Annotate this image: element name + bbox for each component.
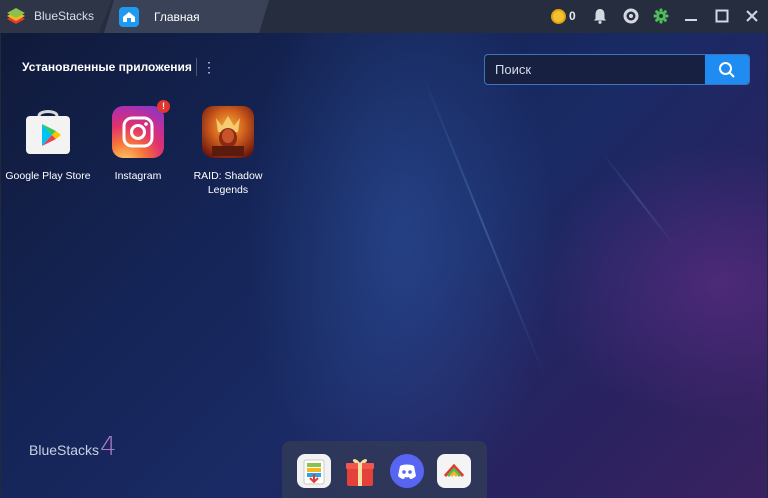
tab-bluestacks-label: BlueStacks [34, 9, 95, 23]
close-icon[interactable] [743, 7, 761, 25]
google-play-store-icon [22, 106, 74, 158]
home-icon [119, 7, 139, 27]
search-input[interactable] [485, 55, 707, 84]
background-light-streak [421, 72, 547, 379]
more-options-icon[interactable]: ⋮ [202, 58, 216, 76]
discord-icon[interactable] [390, 454, 424, 488]
app-google-play-store[interactable]: Google Play Store [2, 106, 94, 183]
app-label: Instagram [114, 170, 162, 182]
app-label: Google Play Store [5, 170, 91, 182]
search-button[interactable] [705, 55, 749, 84]
watermark-text: BlueStacks [29, 442, 100, 458]
minimize-icon[interactable] [682, 7, 700, 25]
account-icon[interactable] [622, 7, 640, 25]
coin-icon[interactable] [551, 9, 566, 24]
background-light-streak [601, 151, 677, 248]
settings-gear-icon[interactable] [652, 7, 670, 25]
bluestacks-window: BlueStacks Главная 0 Установленные прило… [0, 0, 768, 498]
home-screen: Установленные приложения ⋮ Поиск Google … [1, 33, 767, 498]
camo-icon[interactable] [437, 454, 471, 488]
app-instagram[interactable]: ! Instagram [92, 100, 184, 183]
app-dock [282, 441, 487, 498]
app-center-icon[interactable] [297, 454, 331, 488]
bell-icon[interactable] [591, 7, 609, 25]
maximize-icon[interactable] [713, 7, 731, 25]
tab-home-label: Главная [154, 10, 200, 24]
raid-shadow-legends-icon [202, 106, 254, 158]
title-bar: BlueStacks Главная 0 [0, 0, 768, 33]
divider [196, 58, 197, 76]
coin-count: 0 [569, 9, 576, 23]
notification-badge: ! [157, 100, 170, 113]
instagram-icon: ! [112, 100, 170, 158]
gift-icon[interactable] [343, 454, 377, 488]
app-label: RAID: Shadow Legends [193, 170, 263, 196]
watermark-version: 4 [100, 432, 117, 462]
search-icon [719, 61, 735, 78]
search-box [484, 54, 750, 85]
installed-apps-title: Установленные приложения [22, 60, 192, 74]
bluestacks-watermark: BlueStacks 4 [29, 432, 117, 462]
bluestacks-logo-icon [7, 8, 25, 24]
app-raid-shadow-legends[interactable]: RAID: Shadow Legends [182, 106, 274, 197]
